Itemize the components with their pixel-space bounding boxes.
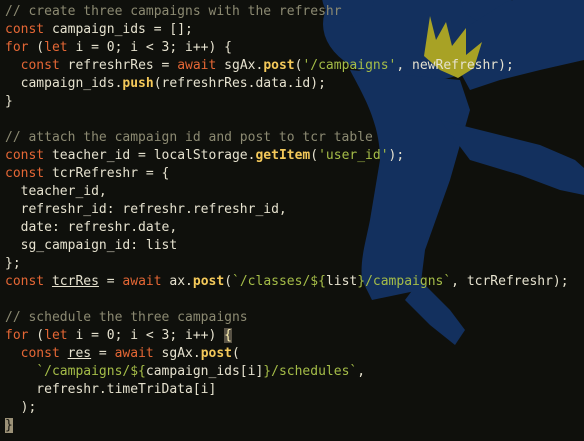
code-line[interactable]: date: refreshr.date, — [5, 219, 178, 237]
code-text: refreshr_id: refreshr.refreshr_id, — [5, 202, 287, 217]
keyword: const — [20, 58, 60, 73]
string-literal: }/schedules` — [263, 364, 358, 379]
code-line[interactable]: teacher_id, — [5, 183, 107, 201]
code-line[interactable]: } — [5, 93, 13, 111]
code-line[interactable]: `/campaigns/${campaign_ids[i]}/schedules… — [5, 363, 365, 381]
code-text: sg_campaign_id: list — [5, 238, 178, 253]
code-text: i = 0; i < 3; i++) { — [67, 40, 232, 55]
code-line[interactable]: campaign_ids.push(refreshrRes.data.id); — [5, 75, 326, 93]
code-text: , tcrRefreshr); — [451, 274, 569, 289]
code-text: refreshr.timeTriData[i] — [5, 382, 217, 397]
code-line[interactable]: const tcrRefreshr = { — [5, 165, 169, 183]
string-literal: 'user_id' — [318, 148, 389, 163]
code-line[interactable]: const refreshrRes = await sgAx.post('/ca… — [5, 57, 514, 75]
code-comment: // attach the campaign id and post to tc… — [5, 130, 373, 145]
keyword: const — [5, 166, 45, 181]
code-text: campaign_ids. — [5, 76, 123, 91]
text-cursor[interactable]: } — [5, 418, 13, 433]
code-text: , — [357, 364, 366, 379]
matching-bracket-highlight: { — [224, 328, 232, 343]
string-literal: `/classes/${ — [232, 274, 326, 289]
code-text: campaign_ids[i] — [145, 364, 264, 379]
code-text: teacher_id = localStorage. — [44, 148, 256, 163]
code-line[interactable]: } — [5, 417, 13, 435]
code-text: ( — [310, 148, 319, 163]
code-line[interactable]: refreshr.timeTriData[i] — [5, 381, 216, 399]
code-text: sgAx. — [153, 346, 201, 361]
code-line[interactable]: // attach the campaign id and post to tc… — [5, 129, 373, 147]
string-literal: }/campaigns` — [357, 274, 452, 289]
code-text: , newRefreshr); — [396, 58, 514, 73]
code-text: list — [325, 274, 358, 289]
code-text: ); — [388, 148, 405, 163]
code-line[interactable]: const res = await sgAx.post( — [5, 345, 240, 363]
code-comment: // create three campaigns with the refre… — [5, 4, 342, 19]
keyword: const — [20, 346, 60, 361]
function-name: post — [263, 58, 295, 73]
code-line[interactable]: const teacher_id = localStorage.getItem(… — [5, 147, 404, 165]
code-line[interactable]: // create three campaigns with the refre… — [5, 3, 342, 21]
code-line[interactable]: const tcrRes = await ax.post(`/classes/$… — [5, 273, 569, 291]
code-text: date: refreshr.date, — [5, 220, 178, 235]
keyword: await — [177, 58, 217, 73]
code-line[interactable]: refreshr_id: refreshr.refreshr_id, — [5, 201, 287, 219]
code-text: tcrRefreshr = { — [44, 166, 170, 181]
code-text: i = 0; i < 3; i++) — [67, 328, 225, 343]
keyword: await — [122, 274, 162, 289]
code-line[interactable]: for (let i = 0; i < 3; i++) { — [5, 327, 232, 345]
code-text: ( — [28, 40, 45, 55]
code-text: = — [98, 274, 123, 289]
string-literal: `/campaigns/${ — [36, 364, 146, 379]
code-comment: // schedule the three campaigns — [5, 310, 248, 325]
code-text: = — [91, 346, 115, 361]
keyword: let — [44, 40, 68, 55]
unused-variable-marker: tcrRes — [51, 274, 99, 289]
code-line[interactable]: for (let i = 0; i < 3; i++) { — [5, 39, 232, 57]
code-text: sgAx. — [216, 58, 264, 73]
code-text: teacher_id, — [5, 184, 107, 199]
code-text: }; — [5, 256, 21, 271]
code-text: ); — [5, 400, 37, 415]
keyword: for — [5, 40, 29, 55]
code-line[interactable]: ); — [5, 399, 37, 417]
code-line[interactable]: const campaign_ids = []; — [5, 21, 193, 39]
function-name: getItem — [255, 148, 311, 163]
keyword: const — [5, 22, 45, 37]
code-text: ( — [28, 328, 45, 343]
code-text: ( — [224, 274, 233, 289]
code-text: (refreshrRes.data.id); — [153, 76, 326, 91]
keyword: await — [114, 346, 154, 361]
code-line[interactable]: // schedule the three campaigns — [5, 309, 248, 327]
keyword: const — [5, 148, 45, 163]
code-text: } — [5, 94, 13, 109]
code-line[interactable]: sg_campaign_id: list — [5, 237, 178, 255]
code-line[interactable]: }; — [5, 255, 21, 273]
function-name: push — [122, 76, 154, 91]
code-text: ax. — [161, 274, 193, 289]
code-text: campaign_ids = []; — [44, 22, 193, 37]
code-text: refreshrRes = — [59, 58, 178, 73]
function-name: post — [200, 346, 233, 361]
unused-variable-marker: res — [67, 346, 92, 361]
code-editor[interactable]: // create three campaigns with the refre… — [0, 0, 584, 441]
keyword: for — [5, 328, 29, 343]
keyword: const — [5, 274, 45, 289]
keyword: let — [44, 328, 68, 343]
function-name: post — [192, 274, 225, 289]
string-literal: '/campaigns' — [302, 58, 397, 73]
code-text: ( — [232, 346, 240, 361]
